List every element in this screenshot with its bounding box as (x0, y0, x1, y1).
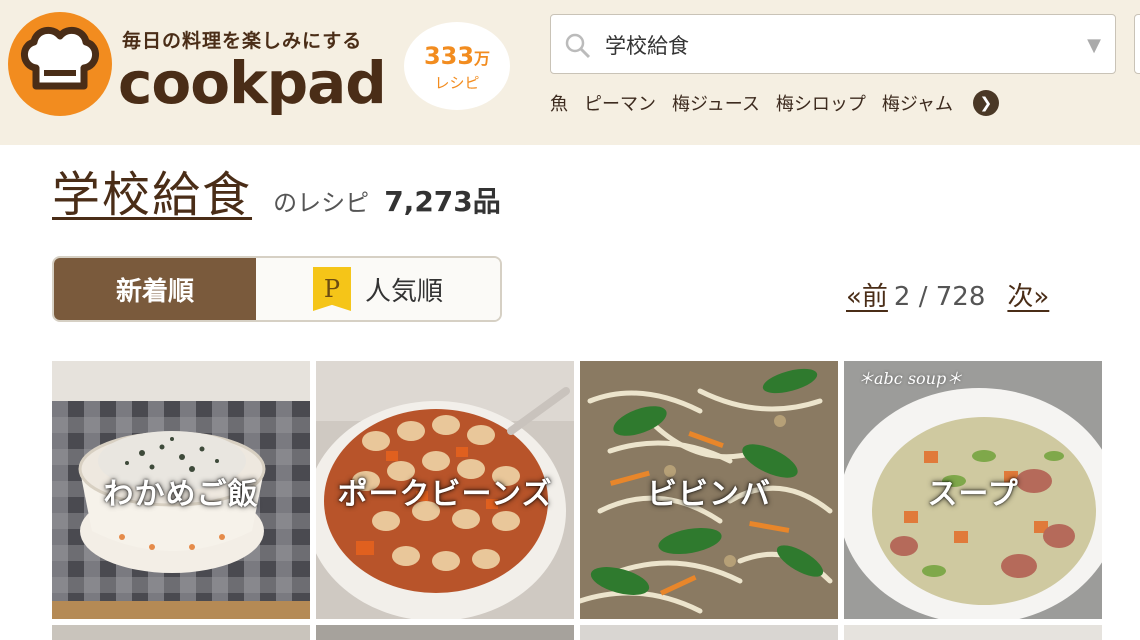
keyword-link[interactable]: 梅シロップ (776, 90, 866, 116)
tab-newest[interactable]: 新着順 (54, 258, 256, 320)
pagination: «前 2 / 728 次» (846, 276, 1049, 313)
recipe-card[interactable]: ビビンバ (580, 361, 838, 619)
cookpad-logo[interactable] (8, 12, 112, 116)
recipe-card[interactable]: ポークビーンズ (316, 361, 574, 619)
results-heading: 学校給食 のレシピ 7,273品 (52, 155, 501, 225)
brand-wordmark[interactable]: cookpad (118, 48, 387, 118)
site-header: 毎日の料理を楽しみにする cookpad 333万 レシピ ▼ 魚 ピーマン 梅… (0, 0, 1140, 145)
recipe-card[interactable]: わかめご飯 (52, 361, 310, 619)
premium-p-icon: P (312, 267, 351, 311)
search-box[interactable]: ▼ (550, 14, 1116, 74)
tab-popular[interactable]: P 人気順 (256, 258, 500, 320)
recipe-count: 333万 (423, 42, 491, 70)
dropdown-arrow-icon[interactable]: ▼ (1087, 35, 1101, 56)
recipe-count-bubble: 333万 レシピ (404, 22, 510, 110)
recipe-title[interactable]: ビビンバ (580, 469, 838, 513)
next-page-link[interactable]: 次» (1007, 282, 1049, 312)
tab-popular-label: 人気順 (364, 276, 443, 307)
search-input[interactable] (603, 27, 1067, 63)
recipe-title[interactable]: スープ (844, 469, 1102, 513)
trending-keywords: 魚 ピーマン 梅ジュース 梅シロップ 梅ジャム ❯ (550, 90, 999, 116)
result-count: 7,273品 (384, 185, 501, 218)
page-indicator: 2 / 728 (893, 282, 986, 312)
recipe-card[interactable] (316, 625, 574, 640)
more-keywords-icon[interactable]: ❯ (972, 90, 999, 116)
search-icon (565, 33, 591, 59)
recipe-card[interactable]: ＊abc soup＊ スープ (844, 361, 1102, 619)
photo-caption: ＊abc soup＊ (858, 369, 963, 388)
keyword-link[interactable]: 梅ジュース (672, 90, 760, 116)
recipe-card[interactable] (844, 625, 1102, 640)
recipe-title[interactable]: ポークビーンズ (316, 469, 574, 513)
keyword-link[interactable]: 魚 (550, 90, 568, 116)
sort-tabs: 新着順 P 人気順 (52, 256, 502, 322)
recipe-count-label: レシピ (434, 74, 480, 92)
keyword-link[interactable]: 梅ジャム (882, 90, 953, 116)
recipe-title[interactable]: わかめご飯 (52, 469, 310, 513)
recipe-card[interactable] (52, 625, 310, 640)
title-suffix: のレシピ (273, 189, 370, 217)
search-term-title[interactable]: 学校給食 (52, 167, 252, 223)
prev-page-link[interactable]: «前 (846, 282, 888, 312)
search-button-edge[interactable] (1134, 14, 1140, 74)
recipe-card[interactable] (580, 625, 838, 640)
keyword-link[interactable]: ピーマン (584, 90, 656, 116)
chef-hat-icon (21, 26, 99, 90)
